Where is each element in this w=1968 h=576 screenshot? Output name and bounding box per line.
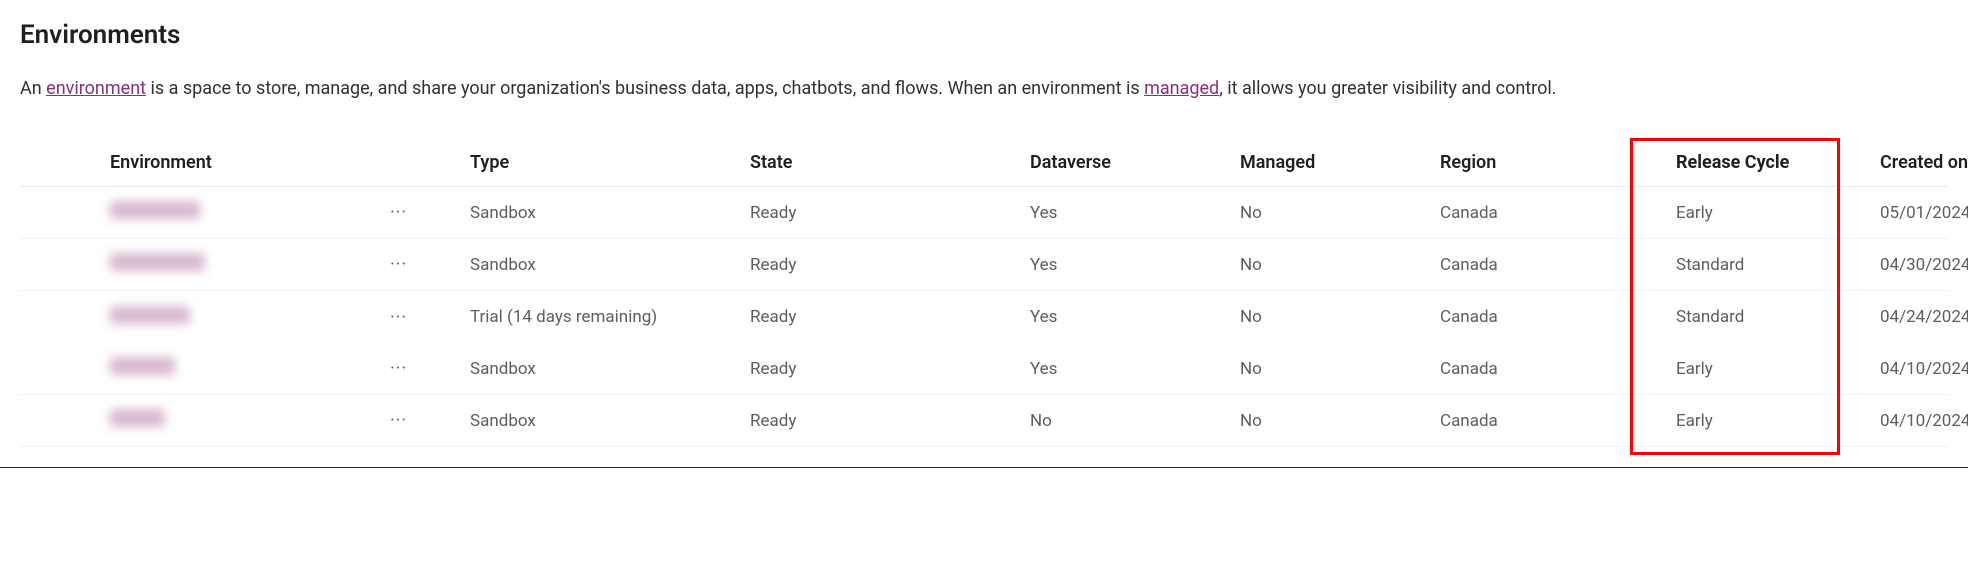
intro-mid: is a space to store, manage, and share y… [146,78,1144,99]
col-header-release-cycle[interactable]: Release Cycle [1650,152,1850,173]
row-more-cell: ··· [390,202,470,223]
managed-cell: No [1240,359,1440,379]
page-title: Environments [20,20,1948,50]
table-row[interactable]: ···SandboxReadyNoNoCanadaEarly04/10/2024… [20,395,1948,447]
environment-name-redacted [110,409,165,427]
created-on-cell: 04/24/2024 2:05 PM [1850,307,1968,327]
table-row[interactable]: ···SandboxReadyYesNoCanadaStandard04/30/… [20,239,1948,291]
state-cell: Ready [750,411,1030,431]
environments-table: Environment Type State Dataverse Managed… [20,139,1948,447]
table-row[interactable]: ···SandboxReadyYesNoCanadaEarly05/01/202… [20,187,1948,239]
state-cell: Ready [750,307,1030,327]
state-cell: Ready [750,203,1030,223]
col-header-created-on[interactable]: Created on ↓ [1850,152,1968,173]
region-cell: Canada [1440,255,1650,275]
created-on-cell: 04/10/2024 4:42 PM [1850,359,1968,379]
type-cell: Trial (14 days remaining) [470,307,750,327]
intro-suffix: , it allows you greater visibility and c… [1219,78,1556,99]
dataverse-cell: Yes [1030,307,1240,327]
type-cell: Sandbox [470,411,750,431]
table-row[interactable]: ··· Trial (14 days remaining)ReadyYesNoCa… [20,291,1948,343]
table-row[interactable]: ···SandboxReadyYesNoCanadaEarly04/10/202… [20,343,1948,395]
environment-name-redacted [110,253,205,271]
more-actions-icon[interactable]: ··· [390,410,407,431]
release-cycle-cell: Early [1650,359,1850,379]
intro-prefix: An [20,78,46,99]
region-cell: Canada [1440,411,1650,431]
row-more-cell: ··· [390,307,470,328]
environment-name-cell[interactable] [110,306,390,329]
row-more-cell: ··· [390,254,470,275]
region-cell: Canada [1440,359,1650,379]
col-header-environment[interactable]: Environment [110,152,390,173]
more-actions-icon[interactable]: ··· [390,202,407,223]
row-more-cell: ··· [390,410,470,431]
col-header-state[interactable]: State [750,152,1030,173]
environment-name-redacted [110,306,190,324]
environment-name-cell[interactable] [110,201,390,224]
managed-link[interactable]: managed [1144,78,1219,99]
managed-cell: No [1240,307,1440,327]
row-more-cell: ··· [390,358,470,379]
release-cycle-cell: Early [1650,411,1850,431]
dataverse-cell: Yes [1030,255,1240,275]
release-cycle-cell: Early [1650,203,1850,223]
created-on-label: Created on [1880,152,1968,173]
region-cell: Canada [1440,203,1650,223]
dataverse-cell: Yes [1030,359,1240,379]
release-cycle-cell: Standard [1650,255,1850,275]
environment-name-redacted [110,357,175,375]
dataverse-cell: Yes [1030,203,1240,223]
type-cell: Sandbox [470,255,750,275]
type-cell: Sandbox [470,359,750,379]
col-header-managed[interactable]: Managed [1240,152,1440,173]
managed-cell: No [1240,203,1440,223]
created-on-cell: 04/10/2024 4:29 PM [1850,411,1968,431]
dataverse-cell: No [1030,411,1240,431]
region-cell: Canada [1440,307,1650,327]
managed-cell: No [1240,411,1440,431]
more-actions-icon[interactable]: ··· [390,307,407,328]
more-actions-icon[interactable]: ··· [390,358,407,379]
created-on-cell: 04/30/2024 1:26 PM [1850,255,1968,275]
release-cycle-cell: Standard [1650,307,1850,327]
col-header-type[interactable]: Type [470,152,750,173]
managed-cell: No [1240,255,1440,275]
state-cell: Ready [750,255,1030,275]
environment-link[interactable]: environment [46,78,146,99]
type-cell: Sandbox [470,203,750,223]
environment-name-cell[interactable] [110,357,390,380]
col-header-dataverse[interactable]: Dataverse [1030,152,1240,173]
state-cell: Ready [750,359,1030,379]
environment-name-cell[interactable] [110,253,390,276]
intro-text: An environment is a space to store, mana… [20,78,1948,99]
created-on-cell: 05/01/2024 2:20 PM [1850,203,1968,223]
table-header-row: Environment Type State Dataverse Managed… [20,139,1948,187]
more-actions-icon[interactable]: ··· [390,254,407,275]
col-header-region[interactable]: Region [1440,152,1650,173]
environment-name-cell[interactable] [110,409,390,432]
environment-name-redacted [110,201,200,219]
